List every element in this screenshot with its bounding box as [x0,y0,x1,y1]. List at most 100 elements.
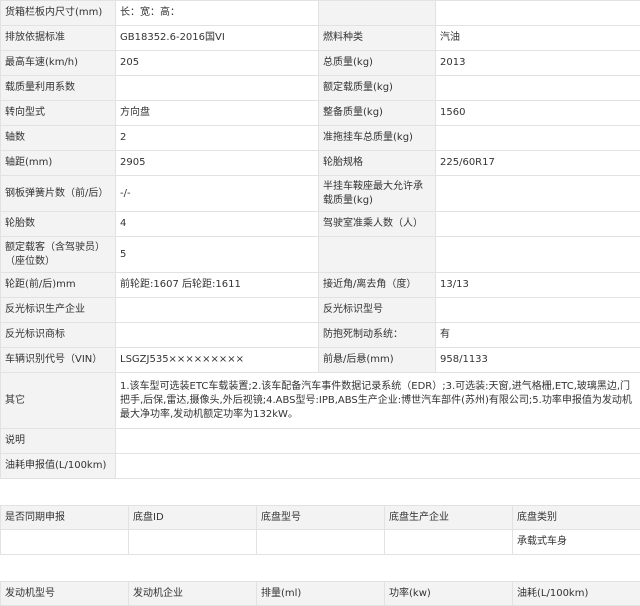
spec-value: 225/60R17 [436,151,640,176]
engine-header-row: 发动机型号 发动机企业 排量(ml) 功率(kw) 油耗(L/100km) [1,582,640,606]
spec-label [319,237,436,273]
spec-value: 5 [116,237,319,273]
spec-row-note: 说明 [1,429,640,454]
spec-label: 反光标识型号 [319,298,436,323]
engine-header-cell: 发动机企业 [129,582,257,606]
section-spacer [0,479,640,505]
spec-value: 1560 [436,101,640,126]
spec-value: 2 [116,126,319,151]
chassis-header-cell: 底盘生产企业 [385,506,513,530]
spec-value: 13/13 [436,273,640,298]
chassis-cell [257,530,385,555]
chassis-header-row: 是否同期申报 底盘ID 底盘型号 底盘生产企业 底盘类别 [1,506,640,530]
spec-value: 205 [116,51,319,76]
fuel-label: 油耗申报值(L/100km) [1,454,116,479]
chassis-cell [385,530,513,555]
spec-label [319,1,436,26]
engine-header-cell: 发动机型号 [1,582,129,606]
spec-value: GB18352.6-2016国VI [116,26,319,51]
chassis-cell [1,530,129,555]
spec-row: 轮胎数4驾驶室准乘人数（人） [1,212,640,237]
spec-row-fuel: 油耗申报值(L/100km) [1,454,640,479]
spec-label: 轴距(mm) [1,151,116,176]
spec-row-other: 其它 1.该车型可选装ETC车载装置;2.该车配备汽车事件数据记录系统（EDR）… [1,373,640,429]
spec-label: 轮胎规格 [319,151,436,176]
spec-value: 2905 [116,151,319,176]
chassis-header-cell: 底盘类别 [513,506,640,530]
spec-label: 轮距(前/后)mm [1,273,116,298]
chassis-header-cell: 底盘型号 [257,506,385,530]
engine-header-cell: 油耗(L/100km) [513,582,640,606]
spec-row: 货箱栏板内尺寸(mm)长：宽：高： [1,1,640,26]
spec-row: 最高车速(km/h)205总质量(kg)2013 [1,51,640,76]
spec-label: 最高车速(km/h) [1,51,116,76]
section-spacer [0,555,640,581]
other-value: 1.该车型可选装ETC车载装置;2.该车配备汽车事件数据记录系统（EDR）;3.… [116,373,640,429]
spec-value [116,323,319,348]
spec-label: 总质量(kg) [319,51,436,76]
spec-label: 钢板弹簧片数（前/后） [1,176,116,212]
spec-label: 前悬/后悬(mm) [319,348,436,373]
spec-row: 转向型式方向盘整备质量(kg)1560 [1,101,640,126]
engine-table: 发动机型号 发动机企业 排量(ml) 功率(kw) 油耗(L/100km) [0,581,640,606]
spec-label: 半挂车鞍座最大允许承载质量(kg) [319,176,436,212]
spec-label: 额定载客（含驾驶员）（座位数） [1,237,116,273]
spec-value [436,1,640,26]
spec-label: 轮胎数 [1,212,116,237]
spec-label: 燃料种类 [319,26,436,51]
spec-label: 转向型式 [1,101,116,126]
spec-value: -/- [116,176,319,212]
fuel-value [116,454,640,479]
other-label: 其它 [1,373,116,429]
spec-row: 轮距(前/后)mm前轮距:1607 后轮距:1611接近角/离去角（度）13/1… [1,273,640,298]
spec-value: 4 [116,212,319,237]
spec-value [436,212,640,237]
spec-label: 货箱栏板内尺寸(mm) [1,1,116,26]
note-value [116,429,640,454]
spec-row: 排放依据标准GB18352.6-2016国VI燃料种类汽油 [1,26,640,51]
spec-label: 整备质量(kg) [319,101,436,126]
spec-value [436,76,640,101]
engine-header-cell: 排量(ml) [257,582,385,606]
spec-label: 反光标识生产企业 [1,298,116,323]
spec-value: 长：宽：高： [116,1,319,26]
note-label: 说明 [1,429,116,454]
spec-row: 反光标识商标 防抱死制动系统：有 [1,323,640,348]
spec-value: 有 [436,323,640,348]
spec-value [116,76,319,101]
spec-label: 驾驶室准乘人数（人） [319,212,436,237]
spec-value: 方向盘 [116,101,319,126]
spec-value: LSGZJ535××××××××× [116,348,319,373]
spec-row: 额定载客（含驾驶员）（座位数）5 [1,237,640,273]
spec-row: 载质量利用系数 额定载质量(kg) [1,76,640,101]
spec-value [436,237,640,273]
spec-value [436,126,640,151]
spec-value: 958/1133 [436,348,640,373]
spec-label: 额定载质量(kg) [319,76,436,101]
spec-value: 2013 [436,51,640,76]
vehicle-spec-table: 货箱栏板内尺寸(mm)长：宽：高：排放依据标准GB18352.6-2016国VI… [0,0,640,479]
spec-row: 轴数2准拖挂车总质量(kg) [1,126,640,151]
chassis-table: 是否同期申报 底盘ID 底盘型号 底盘生产企业 底盘类别 承载式车身 [0,505,640,555]
spec-label: 准拖挂车总质量(kg) [319,126,436,151]
spec-label: 反光标识商标 [1,323,116,348]
spec-label: 排放依据标准 [1,26,116,51]
chassis-data-row: 承载式车身 [1,530,640,555]
spec-row: 反光标识生产企业 反光标识型号 [1,298,640,323]
spec-value: 前轮距:1607 后轮距:1611 [116,273,319,298]
chassis-header-cell: 是否同期申报 [1,506,129,530]
spec-row: 轴距(mm)2905轮胎规格225/60R17 [1,151,640,176]
spec-row: 车辆识别代号（VIN）LSGZJ535×××××××××前悬/后悬(mm)958… [1,348,640,373]
spec-label: 车辆识别代号（VIN） [1,348,116,373]
spec-row: 钢板弹簧片数（前/后）-/-半挂车鞍座最大允许承载质量(kg) [1,176,640,212]
spec-rows: 货箱栏板内尺寸(mm)长：宽：高：排放依据标准GB18352.6-2016国VI… [1,1,640,373]
chassis-header-cell: 底盘ID [129,506,257,530]
chassis-cell: 承载式车身 [513,530,640,555]
spec-label: 防抱死制动系统： [319,323,436,348]
spec-value [436,176,640,212]
spec-label: 载质量利用系数 [1,76,116,101]
engine-header-cell: 功率(kw) [385,582,513,606]
spec-label: 轴数 [1,126,116,151]
chassis-cell [129,530,257,555]
spec-label: 接近角/离去角（度） [319,273,436,298]
